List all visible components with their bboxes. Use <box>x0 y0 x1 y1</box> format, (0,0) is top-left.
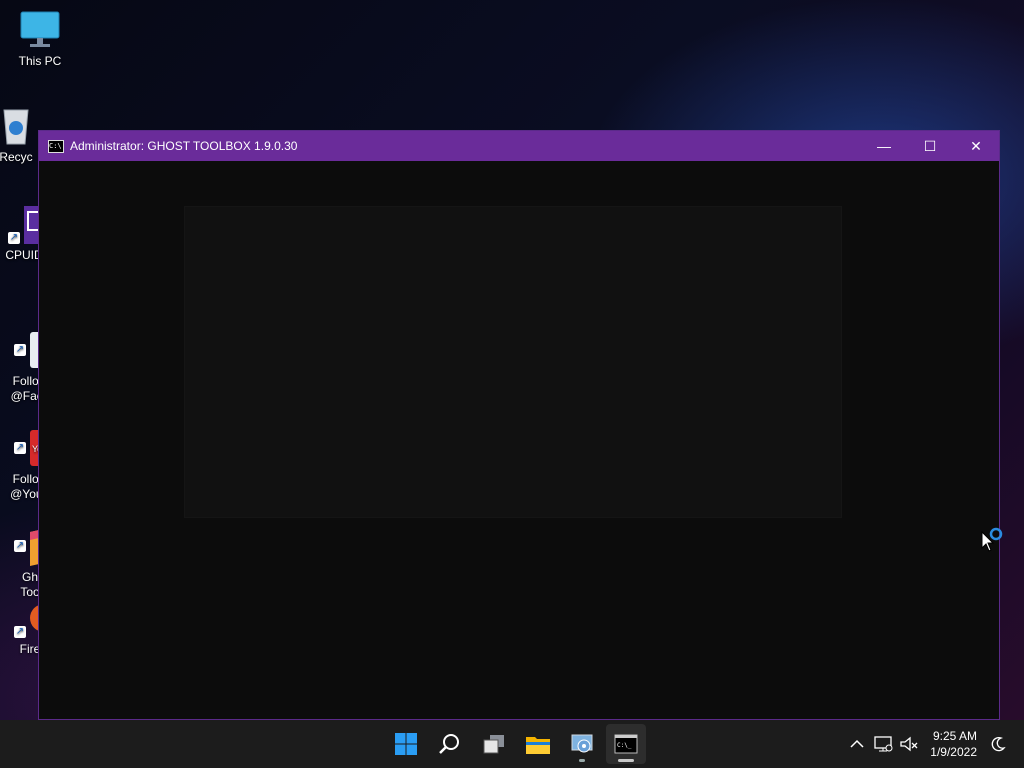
console-window[interactable]: C:\ Administrator: GHOST TOOLBOX 1.9.0.3… <box>38 130 1000 720</box>
folder-icon <box>526 737 550 754</box>
minimize-button[interactable]: — <box>861 131 907 161</box>
command-prompt-icon: C:\ <box>48 139 64 153</box>
windows-logo-icon <box>395 733 417 755</box>
desktop-icon-this-pc[interactable]: This PC <box>4 10 76 69</box>
search-button[interactable] <box>430 724 470 764</box>
window-titlebar[interactable]: C:\ Administrator: GHOST TOOLBOX 1.9.0.3… <box>39 131 999 161</box>
maximize-button[interactable]: ☐ <box>907 131 953 161</box>
network-icon[interactable] <box>871 732 895 756</box>
busy-cursor <box>980 526 1006 559</box>
control-panel-icon <box>571 734 593 753</box>
close-button[interactable]: ✕ <box>953 131 999 161</box>
shortcut-arrow-icon: ↗ <box>14 626 26 638</box>
start-button[interactable] <box>386 724 426 764</box>
focus-assist-moon-icon[interactable] <box>986 732 1010 756</box>
desktop-icon-label: This PC <box>18 54 62 68</box>
chevron-up-icon[interactable] <box>845 732 869 756</box>
clock[interactable]: 9:25 AM 1/9/2022 <box>930 728 977 760</box>
svg-text:C:\_: C:\_ <box>617 742 632 749</box>
clock-time: 9:25 AM <box>932 729 977 743</box>
control-panel-button[interactable] <box>562 724 602 764</box>
file-explorer-button[interactable] <box>518 724 558 764</box>
recycle-bin-icon <box>0 106 38 146</box>
terminal-button[interactable]: C:\_ <box>606 724 646 764</box>
task-view-icon <box>483 735 504 754</box>
shortcut-arrow-icon: ↗ <box>8 232 20 244</box>
shortcut-arrow-icon: ↗ <box>14 442 26 454</box>
monitor-icon <box>18 10 62 50</box>
shortcut-arrow-icon: ↗ <box>14 540 26 552</box>
clock-date: 1/9/2022 <box>930 745 977 759</box>
volume-muted-icon[interactable] <box>897 732 921 756</box>
faded-dialog-overlay <box>184 206 842 518</box>
search-icon <box>439 734 459 754</box>
console-output-area[interactable] <box>39 161 999 719</box>
running-indicator <box>579 759 585 762</box>
taskbar-apps: C:\_ <box>384 720 648 768</box>
taskbar: C:\_ 9:25 AM 1/9/2022 <box>0 720 1024 768</box>
system-tray: 9:25 AM 1/9/2022 <box>844 720 1024 768</box>
terminal-icon: C:\_ <box>614 734 638 754</box>
window-title: Administrator: GHOST TOOLBOX 1.9.0.30 <box>70 139 298 153</box>
active-indicator <box>618 759 634 762</box>
shortcut-arrow-icon: ↗ <box>14 344 26 356</box>
task-view-button[interactable] <box>474 724 514 764</box>
